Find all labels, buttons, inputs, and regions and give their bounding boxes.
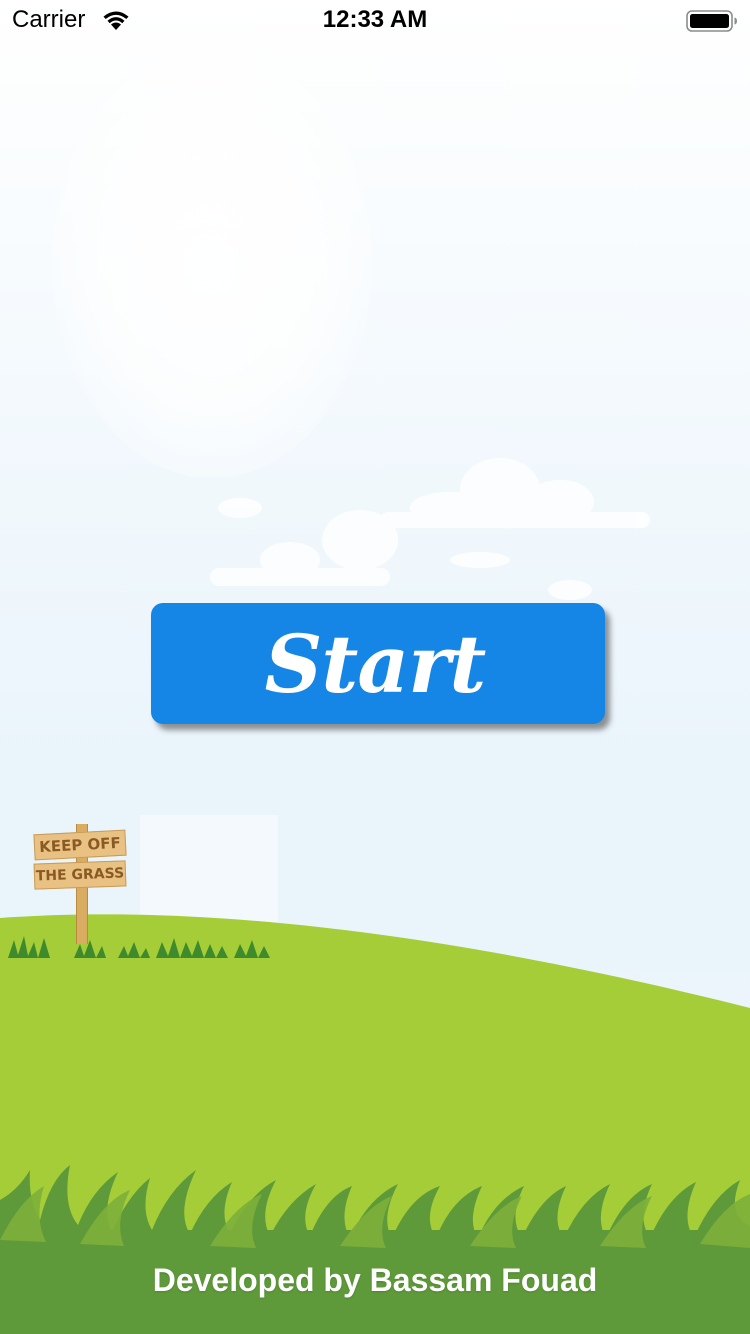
developer-credit: Developed by Bassam Fouad [152, 1262, 598, 1298]
sign-board-bottom: THE GRASS [33, 860, 127, 890]
battery-full-icon [686, 10, 737, 32]
status-time: 12:33 AM [322, 6, 428, 33]
sign-board-top: KEEP OFF [33, 829, 127, 861]
keep-off-grass-sign: KEEP OFF THE GRASS [30, 822, 130, 947]
status-bar: Carrier 12:33 AM [0, 0, 750, 40]
start-button-label: Start [264, 616, 487, 711]
splash-screen: KEEP OFF THE GRASS Start Developed by Ba… [0, 0, 750, 1334]
start-button[interactable]: Start [151, 603, 605, 724]
